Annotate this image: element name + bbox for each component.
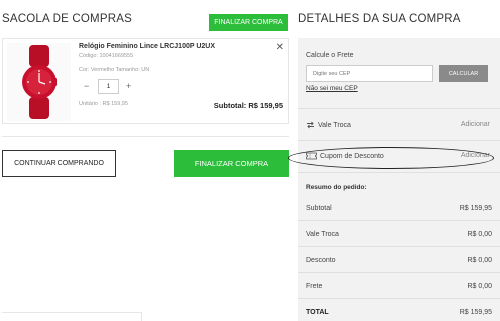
add-coupon-button[interactable]: Adicionar	[461, 152, 490, 159]
cep-input[interactable]	[306, 65, 433, 82]
coupon-label: Cupom de Desconto	[320, 152, 384, 160]
product-name[interactable]: Relógio Feminino Lince LRCJ100P U2UX	[79, 43, 215, 50]
vale-troca-row: Vale Troca	[306, 121, 351, 129]
summary-total-label: TOTAL	[306, 309, 329, 316]
product-code: Código: 10041669555	[79, 53, 134, 59]
summary-vale-troca-label: Vale Troca	[306, 231, 339, 238]
divider	[298, 272, 500, 273]
quantity-field[interactable]: 1	[98, 79, 119, 94]
divider	[298, 220, 500, 221]
calculate-shipping-button[interactable]: CALCULAR	[439, 65, 488, 82]
remove-item-icon[interactable]: ✕	[276, 42, 284, 53]
quantity-increase-icon[interactable]: +	[126, 81, 131, 91]
add-vale-troca-button[interactable]: Adicionar	[461, 121, 490, 128]
summary-vale-troca-value: R$ 0,00	[467, 231, 492, 238]
divider	[298, 140, 500, 141]
divider	[298, 108, 500, 109]
unit-price: Unitário : R$ 159,95	[79, 101, 128, 107]
shopping-bag-section: SACOLA DE COMPRAS FINALIZAR COMPRA Relóg…	[0, 0, 292, 321]
divider	[298, 246, 500, 247]
summary-subtotal-value: R$ 159,95	[459, 205, 492, 212]
details-title: DETALHES DA SUA COMPRA	[298, 13, 461, 25]
exchange-arrows-icon	[307, 121, 314, 129]
summary-total-value: R$ 159,95	[459, 309, 492, 316]
product-image[interactable]	[7, 43, 71, 121]
summary-heading: Resumo do pedido:	[306, 184, 367, 191]
divider	[2, 136, 289, 137]
item-subtotal: Subtotal: R$ 159,95	[213, 101, 283, 110]
summary-shipping-value: R$ 0,00	[467, 283, 492, 290]
coupon-ticket-icon	[306, 152, 317, 160]
coupon-row: Cupom de Desconto	[306, 152, 384, 160]
partial-box	[2, 312, 142, 321]
summary-discount-label: Desconto	[306, 257, 336, 264]
quantity-decrease-icon[interactable]: −	[84, 81, 89, 91]
divider	[298, 298, 500, 299]
finalize-purchase-top-button[interactable]: FINALIZAR COMPRA	[209, 14, 288, 31]
red-wristwatch-icon	[22, 45, 57, 119]
finalize-purchase-button[interactable]: FINALIZAR COMPRA	[174, 150, 289, 177]
cart-item: Relógio Feminino Lince LRCJ100P U2UX Cód…	[2, 38, 289, 124]
vale-troca-label: Vale Troca	[318, 121, 351, 129]
purchase-details-section: DETALHES DA SUA COMPRA Calcule o Frete C…	[288, 0, 500, 321]
summary-subtotal-label: Subtotal	[306, 205, 332, 212]
summary-discount-value: R$ 0,00	[467, 257, 492, 264]
shipping-label: Calcule o Frete	[306, 52, 354, 59]
summary-shipping-label: Frete	[306, 283, 323, 290]
continue-shopping-button[interactable]: CONTINUAR COMPRANDO	[2, 150, 116, 177]
divider	[298, 172, 500, 173]
product-variant: Cor: Vermelho Tamanho: UN	[79, 67, 150, 73]
page-title: SACOLA DE COMPRAS	[2, 13, 132, 25]
cep-help-link[interactable]: Não sei meu CEP	[306, 85, 358, 92]
details-panel: Calcule o Frete CALCULAR Não sei meu CEP…	[288, 38, 500, 321]
